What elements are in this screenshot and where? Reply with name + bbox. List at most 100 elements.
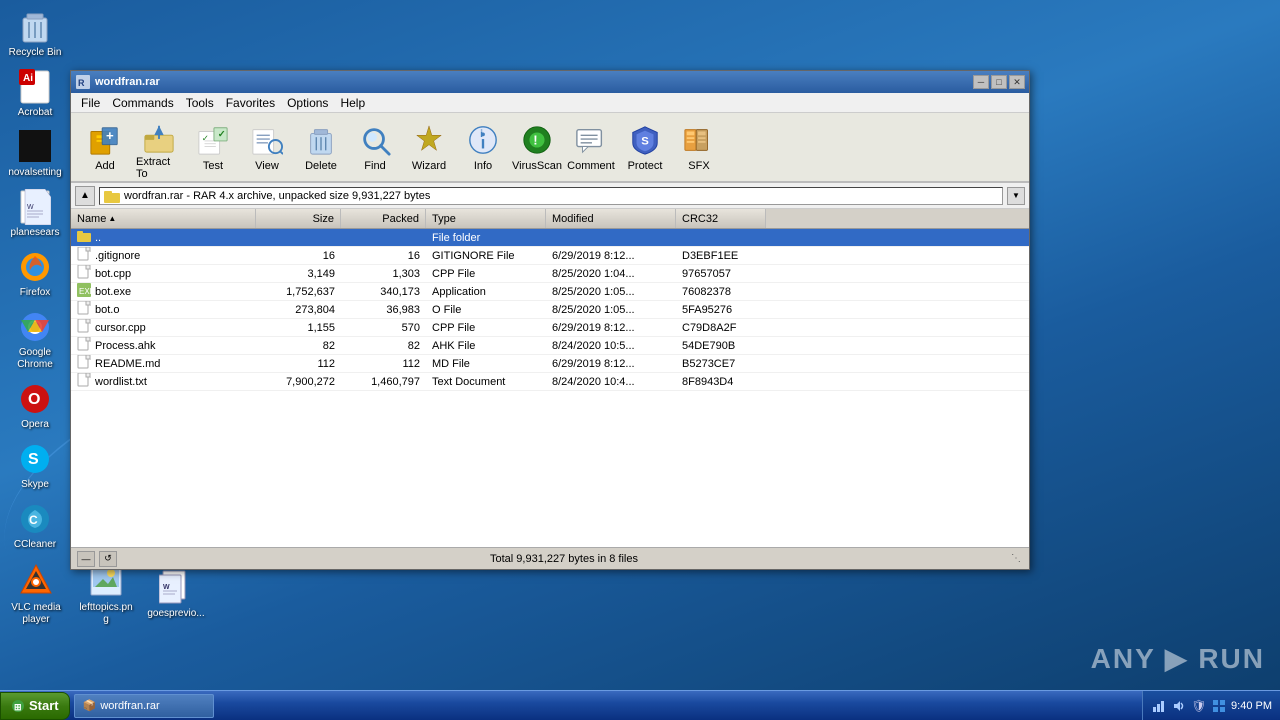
desktop-icon-lefttopics[interactable]: lefttopics.png	[75, 560, 137, 630]
winrar-status-bar: — ↺ Total 9,931,227 bytes in 8 files ⋱	[71, 547, 1029, 569]
anyrun-watermark: ANY ▶ RUN	[1091, 642, 1265, 675]
file-crc32: 5FA95276	[676, 303, 766, 317]
address-dropdown-button[interactable]: ▼	[1007, 187, 1025, 205]
toolbar-sfx-button[interactable]: SFX	[673, 117, 725, 177]
novalsetting-icon	[17, 129, 53, 165]
file-modified: 6/29/2019 8:12...	[546, 321, 676, 335]
menu-help[interactable]: Help	[334, 94, 371, 112]
maximize-button[interactable]: □	[991, 75, 1007, 89]
tray-icon-volume[interactable]	[1171, 698, 1187, 714]
toolbar-info-button[interactable]: i Info	[457, 117, 509, 177]
desktop-icon-google-chrome[interactable]: Google Chrome	[4, 305, 66, 375]
desktop: Recycle Bin Ai Acrobat novalsetting	[0, 0, 1280, 720]
file-icon	[77, 230, 91, 245]
menu-commands[interactable]: Commands	[106, 94, 179, 112]
desktop-icon-ccleaner[interactable]: C CCleaner	[4, 497, 66, 555]
file-type: File folder	[426, 231, 546, 245]
vlc-label: VLC media player	[7, 602, 65, 626]
desktop-icon-goesprevio[interactable]: W goesprevio...	[145, 566, 207, 624]
file-packed: 112	[341, 357, 426, 371]
file-packed: 1,303	[341, 267, 426, 281]
virusscan-label: VirusScan	[512, 160, 562, 172]
status-icon-1[interactable]: —	[77, 551, 95, 567]
file-size: 112	[256, 357, 341, 371]
menu-options[interactable]: Options	[281, 94, 334, 112]
tray-time: 9:40 PM	[1231, 700, 1272, 712]
column-packed[interactable]: Packed	[341, 209, 426, 228]
status-icon-2[interactable]: ↺	[99, 551, 117, 567]
file-icon: EXE	[77, 283, 91, 300]
file-row[interactable]: EXE bot.exe 1,752,637 340,173 Applicatio…	[71, 283, 1029, 301]
resize-handle[interactable]: ⋱	[1011, 553, 1023, 565]
file-size	[256, 237, 341, 239]
toolbar-test-button[interactable]: ✓ ✓ Test	[187, 117, 239, 177]
toolbar-delete-button[interactable]: Delete	[295, 117, 347, 177]
desktop-icon-firefox[interactable]: Firefox	[4, 245, 66, 303]
desktop-icon-skype[interactable]: S Skype	[4, 437, 66, 495]
file-row[interactable]: README.md 112 112 MD File 6/29/2019 8:12…	[71, 355, 1029, 373]
find-icon	[357, 122, 393, 158]
column-name[interactable]: Name ▲	[71, 209, 256, 228]
toolbar-add-button[interactable]: + Add	[79, 117, 131, 177]
toolbar-protect-button[interactable]: S Protect	[619, 117, 671, 177]
file-row[interactable]: .gitignore 16 16 GITIGNORE File 6/29/201…	[71, 247, 1029, 265]
file-row[interactable]: bot.o 273,804 36,983 O File 8/25/2020 1:…	[71, 301, 1029, 319]
file-row[interactable]: cursor.cpp 1,155 570 CPP File 6/29/2019 …	[71, 319, 1029, 337]
close-button[interactable]: ✕	[1009, 75, 1025, 89]
file-modified: 8/25/2020 1:05...	[546, 303, 676, 317]
tray-icon-windows[interactable]	[1211, 698, 1227, 714]
column-modified[interactable]: Modified	[546, 209, 676, 228]
menu-tools[interactable]: Tools	[180, 94, 220, 112]
goesprevio-icon: W	[158, 570, 194, 606]
svg-text:R: R	[78, 78, 85, 88]
winrar-title-bar[interactable]: R wordfran.rar ─ □ ✕	[71, 71, 1029, 93]
file-crc32: B5273CE7	[676, 357, 766, 371]
menu-file[interactable]: File	[75, 94, 106, 112]
desktop-icon-novalsetting[interactable]: novalsetting	[4, 125, 66, 183]
desktop-icon-vlc[interactable]: VLC media player	[5, 560, 67, 630]
extract-label: Extract To	[136, 156, 182, 180]
file-row[interactable]: wordlist.txt 7,900,272 1,460,797 Text Do…	[71, 373, 1029, 391]
file-type: CPP File	[426, 321, 546, 335]
desktop-icon-recycle-bin[interactable]: Recycle Bin	[4, 5, 66, 63]
toolbar-view-button[interactable]: View	[241, 117, 293, 177]
test-icon: ✓ ✓	[195, 122, 231, 158]
address-input[interactable]: wordfran.rar - RAR 4.x archive, unpacked…	[99, 187, 1003, 205]
file-modified: 8/24/2020 10:5...	[546, 339, 676, 353]
file-name: bot.o	[71, 300, 256, 319]
recycle-bin-label: Recycle Bin	[9, 47, 62, 59]
column-crc32[interactable]: CRC32	[676, 209, 766, 228]
minimize-button[interactable]: ─	[973, 75, 989, 89]
taskbar-winrar-item[interactable]: 📦 wordfran.rar	[74, 694, 214, 718]
start-button[interactable]: ⊞ Start	[0, 692, 70, 720]
menu-favorites[interactable]: Favorites	[220, 94, 281, 112]
toolbar-extract-button[interactable]: Extract To	[133, 117, 185, 177]
desktop-icon-opera[interactable]: O Opera	[4, 377, 66, 435]
file-icon	[77, 373, 91, 390]
desktop-icon-acrobat[interactable]: Ai Acrobat	[4, 65, 66, 123]
file-type: MD File	[426, 357, 546, 371]
toolbar-comment-button[interactable]: Comment	[565, 117, 617, 177]
tray-icon-network[interactable]	[1151, 698, 1167, 714]
toolbar-find-button[interactable]: Find	[349, 117, 401, 177]
file-row[interactable]: .. File folder	[71, 229, 1029, 247]
desktop-icon-planesears[interactable]: W planesears	[4, 185, 66, 243]
file-name: bot.cpp	[71, 264, 256, 283]
toolbar-wizard-button[interactable]: Wizard	[403, 117, 455, 177]
tray-icon-security[interactable]: 🛡	[1191, 698, 1207, 714]
file-size: 273,804	[256, 303, 341, 317]
column-type[interactable]: Type	[426, 209, 546, 228]
nav-up-button[interactable]: ▲	[75, 186, 95, 206]
delete-label: Delete	[305, 160, 337, 172]
skype-icon: S	[17, 441, 53, 477]
winrar-app-icon: R	[75, 74, 91, 90]
delete-icon	[303, 122, 339, 158]
file-name: .gitignore	[71, 246, 256, 265]
column-size[interactable]: Size	[256, 209, 341, 228]
volume-icon	[1172, 699, 1186, 713]
file-row[interactable]: bot.cpp 3,149 1,303 CPP File 8/25/2020 1…	[71, 265, 1029, 283]
file-row[interactable]: Process.ahk 82 82 AHK File 8/24/2020 10:…	[71, 337, 1029, 355]
planesears-label: planesears	[11, 227, 60, 239]
svg-text:✓: ✓	[202, 133, 209, 143]
toolbar-virusscan-button[interactable]: ! VirusScan	[511, 117, 563, 177]
